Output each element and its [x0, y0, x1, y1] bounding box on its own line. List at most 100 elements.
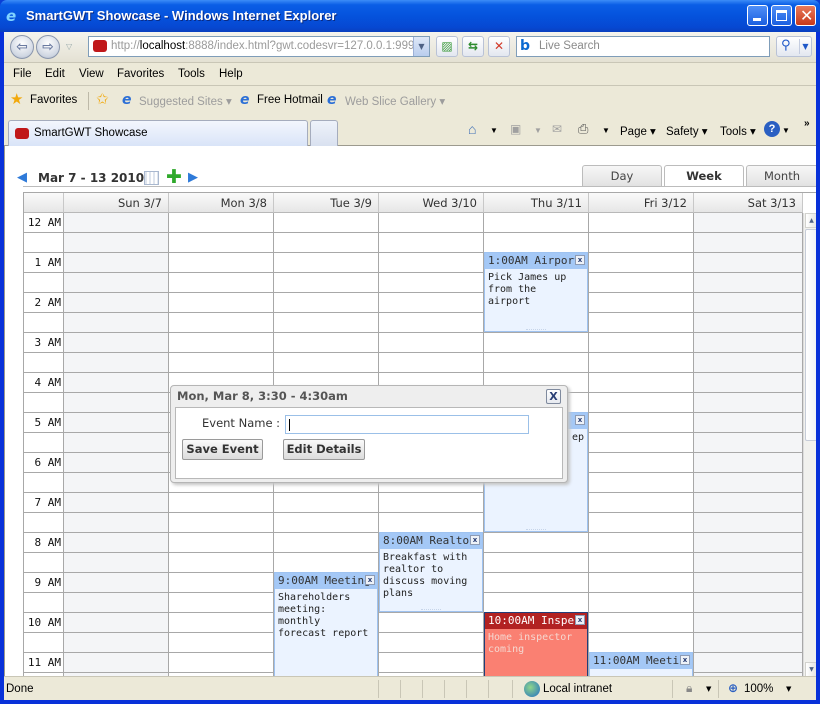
arrow-right-icon: ⇨ — [42, 39, 54, 55]
menu-help[interactable]: Help — [219, 68, 243, 80]
search-input[interactable]: b Live Search — [516, 36, 770, 57]
free-hotmail-link[interactable]: Free Hotmail — [257, 94, 323, 106]
day-header[interactable]: Fri 3/12 — [589, 193, 694, 213]
page-menu[interactable]: Page ▾ — [620, 124, 656, 138]
delete-event-icon[interactable]: x — [470, 535, 480, 545]
back-button[interactable]: ⇦ — [10, 35, 34, 59]
delete-event-icon[interactable]: x — [365, 575, 375, 585]
suggested-sites-link[interactable]: Suggested Sites ▾ — [139, 94, 232, 108]
close-window-button[interactable]: ✕ — [795, 5, 816, 26]
feeds-dropdown[interactable]: ▼ — [534, 126, 542, 135]
web-slice-gallery-link[interactable]: Web Slice Gallery ▾ — [345, 94, 445, 108]
slot-divider — [24, 512, 803, 513]
calendar-event[interactable]: 11:00AM Meetin x — [589, 652, 693, 676]
search-button[interactable]: ⚲ ▼ — [776, 36, 812, 57]
address-input[interactable]: http://localhost:8888/index.html?gwt.cod… — [88, 36, 430, 57]
resize-handle[interactable] — [420, 609, 442, 610]
calendar-event[interactable]: 9:00AM Meeting x Shareholders meeting: mon… — [274, 572, 378, 676]
recent-pages-dropdown[interactable]: ▽ — [66, 42, 72, 51]
refresh-button[interactable]: ⇆ — [462, 36, 484, 57]
day-column[interactable] — [64, 213, 169, 676]
compatibility-view-button[interactable]: ▨ — [436, 36, 458, 57]
calendar-event[interactable]: 1:00AM Airport r x Pick James up from the … — [484, 252, 588, 332]
edit-details-button[interactable]: Edit Details — [283, 439, 365, 460]
event-header[interactable]: 8:00AM Realtor — [380, 533, 482, 549]
delete-event-icon[interactable]: x — [575, 255, 585, 265]
help-icon[interactable]: ? — [764, 121, 780, 137]
menu-view[interactable]: View — [79, 68, 104, 80]
search-options-dropdown[interactable]: ▼ — [799, 39, 811, 54]
resize-handle[interactable] — [525, 529, 547, 530]
menu-favorites[interactable]: Favorites — [117, 68, 164, 80]
status-divider — [672, 680, 673, 698]
chevron-more-icon[interactable]: » — [804, 118, 810, 129]
minimize-button[interactable] — [747, 5, 768, 26]
day-column[interactable] — [589, 213, 694, 676]
favorites-button[interactable]: Favorites — [30, 94, 77, 106]
safety-menu[interactable]: Safety ▾ — [666, 124, 708, 138]
day-header[interactable]: Sat 3/13 — [694, 193, 803, 213]
feeds-icon[interactable]: ▣ — [510, 122, 521, 136]
print-icon[interactable]: ⎙ — [578, 121, 588, 137]
help-dropdown[interactable]: ▼ — [782, 126, 790, 135]
menu-tools[interactable]: Tools — [178, 68, 205, 80]
event-header[interactable]: 10:00AM Inspec — [485, 613, 587, 629]
tab-week[interactable]: Week — [664, 165, 744, 187]
scroll-down-button[interactable]: ▼ — [805, 662, 816, 676]
maximize-button[interactable] — [771, 5, 792, 26]
search-placeholder: Live Search — [539, 40, 600, 52]
browser-window: e SmartGWT Showcase - Windows Internet E… — [0, 0, 820, 704]
menu-edit[interactable]: Edit — [45, 68, 65, 80]
scroll-up-button[interactable]: ▲ — [805, 213, 816, 228]
add-event-icon[interactable]: ✚ — [166, 168, 182, 187]
ie-page-icon: e — [327, 92, 337, 108]
new-tab-button[interactable] — [310, 120, 338, 146]
status-text: Done — [6, 683, 34, 695]
day-header[interactable]: Mon 3/8 — [169, 193, 274, 213]
forward-button[interactable]: ⇨ — [36, 35, 60, 59]
tab-day[interactable]: Day — [582, 165, 662, 186]
add-to-favorites-bar-icon[interactable]: ✩ — [96, 90, 109, 108]
event-name-input[interactable] — [285, 415, 529, 434]
day-header[interactable]: Tue 3/9 — [274, 193, 379, 213]
scrollbar-thumb[interactable] — [805, 229, 816, 441]
home-icon[interactable]: ⌂ — [468, 121, 476, 137]
vertical-scrollbar[interactable]: ▲ ▼ — [803, 213, 816, 676]
protected-mode-icon[interactable]: 🔒︎ — [686, 681, 692, 696]
print-dropdown[interactable]: ▼ — [602, 126, 610, 135]
event-description: Pick James up from the airport — [488, 272, 567, 307]
delete-event-icon[interactable]: x — [680, 655, 690, 665]
save-event-button[interactable]: Save Event — [182, 439, 263, 460]
next-week-button[interactable]: ▶ — [188, 171, 202, 184]
menu-file[interactable]: File — [13, 68, 32, 80]
zoom-level[interactable]: 100% — [744, 683, 773, 695]
zoom-dropdown[interactable]: ▼ — [786, 685, 791, 693]
date-picker-icon[interactable] — [144, 171, 159, 185]
protected-mode-dropdown[interactable]: ▼ — [706, 685, 711, 693]
browser-tab-active[interactable]: SmartGWT Showcase — [8, 120, 308, 146]
day-header[interactable]: Wed 3/10 — [379, 193, 484, 213]
page-menu-label: Page — [620, 126, 647, 138]
day-header[interactable]: Sun 3/7 — [64, 193, 169, 213]
tools-menu[interactable]: Tools ▾ — [720, 124, 756, 138]
hour-label: 11 AM — [27, 656, 61, 669]
time-column — [24, 213, 64, 676]
url-scheme: http:// — [111, 40, 140, 52]
tab-month[interactable]: Month — [746, 165, 816, 186]
event-header[interactable]: 1:00AM Airport r — [485, 253, 587, 269]
delete-event-icon[interactable]: x — [575, 615, 585, 625]
day-header[interactable]: Thu 3/11 — [484, 193, 589, 213]
event-header[interactable]: 11:00AM Meetin — [590, 653, 692, 669]
resize-handle[interactable] — [525, 329, 547, 330]
day-column[interactable] — [694, 213, 803, 676]
calendar-event[interactable]: 10:00AM Inspec x Home inspector coming — [484, 612, 588, 676]
dialog-close-button[interactable]: X — [546, 389, 561, 404]
delete-event-icon[interactable]: x — [575, 415, 585, 425]
calendar-event[interactable]: 8:00AM Realtor x Breakfast with realtor to… — [379, 532, 483, 612]
stop-button[interactable]: ✕ — [488, 36, 510, 57]
address-dropdown-button[interactable]: ▼ — [413, 37, 429, 56]
read-mail-icon[interactable]: ✉ — [552, 122, 562, 136]
home-dropdown[interactable]: ▼ — [490, 126, 498, 135]
previous-week-button[interactable]: ◀ — [17, 171, 31, 184]
event-header[interactable]: 9:00AM Meeting — [275, 573, 377, 589]
